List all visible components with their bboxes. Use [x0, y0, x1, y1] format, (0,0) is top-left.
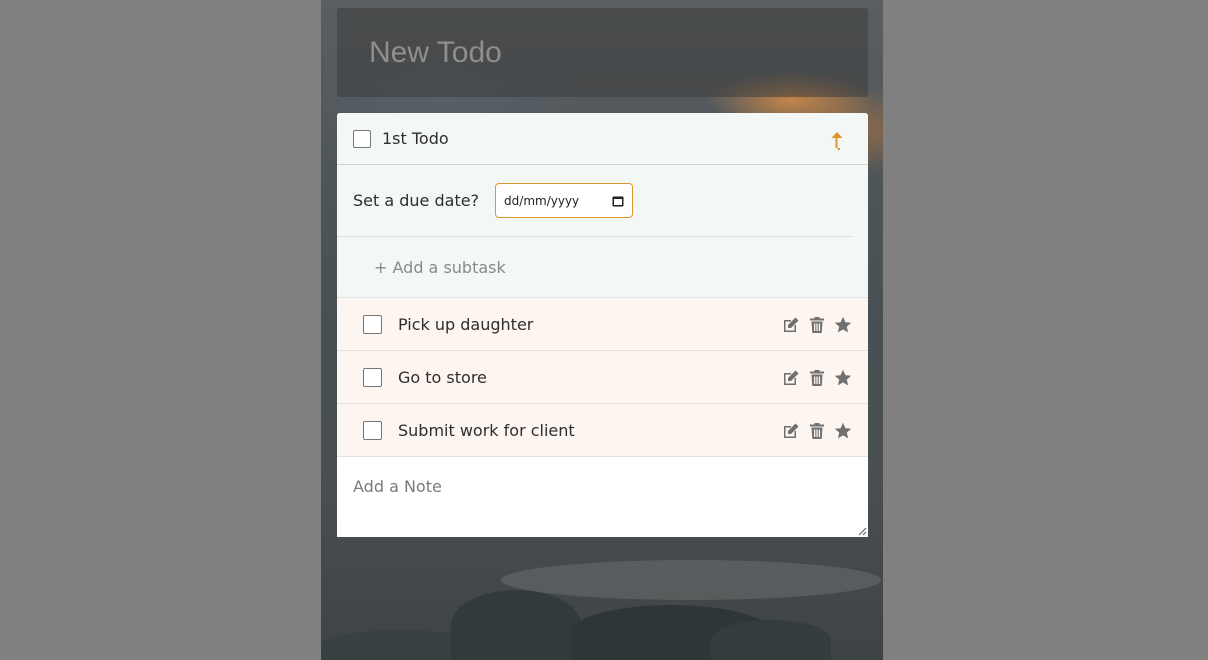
- background-mountain: [711, 620, 831, 660]
- subtask-checkbox[interactable]: [363, 420, 382, 440]
- subtask-label: Go to store: [398, 367, 487, 387]
- subtask-actions: [782, 316, 852, 334]
- arrow-up-icon[interactable]: [828, 130, 846, 152]
- subtask-item: Go to store: [337, 351, 868, 404]
- subtask-checkbox[interactable]: [363, 314, 382, 334]
- subtask-label: Pick up daughter: [398, 314, 534, 334]
- page: New Todo 1st Todo Set a due date? dd/mm/…: [0, 0, 1208, 660]
- subtask-item: Submit work for client: [337, 404, 868, 457]
- note-textarea[interactable]: Add a Note: [337, 457, 868, 537]
- todo-checkbox[interactable]: [353, 129, 371, 148]
- edit-icon[interactable]: [782, 422, 800, 440]
- star-icon[interactable]: [834, 369, 852, 387]
- todo-header: 1st Todo: [337, 113, 868, 165]
- add-subtask-row[interactable]: + Add a subtask: [337, 237, 868, 298]
- subtask-checkbox[interactable]: [363, 367, 382, 387]
- trash-icon[interactable]: [808, 422, 826, 440]
- due-date-input[interactable]: dd/mm/yyyy: [495, 183, 634, 218]
- trash-icon[interactable]: [808, 369, 826, 387]
- new-todo-placeholder: New Todo: [369, 35, 502, 69]
- subtask-actions: [782, 422, 852, 440]
- subtask-item: Pick up daughter: [337, 298, 868, 351]
- trash-icon[interactable]: [808, 316, 826, 334]
- background-haze: [501, 560, 881, 600]
- due-date-row: Set a due date? dd/mm/yyyy: [337, 165, 853, 237]
- new-todo-field[interactable]: New Todo: [337, 8, 868, 97]
- todo-card: 1st Todo Set a due date? dd/mm/yyyy + Ad…: [337, 113, 868, 537]
- edit-icon[interactable]: [782, 316, 800, 334]
- subtask-label: Submit work for client: [398, 420, 575, 440]
- star-icon[interactable]: [834, 316, 852, 334]
- due-date-section: Set a due date? dd/mm/yyyy: [337, 165, 868, 237]
- calendar-icon[interactable]: [612, 195, 624, 207]
- note-placeholder: Add a Note: [353, 477, 442, 496]
- background-mountain: [451, 590, 581, 660]
- date-placeholder: dd/mm/yyyy: [504, 193, 580, 208]
- todo-title: 1st Todo: [382, 129, 449, 148]
- resize-handle-icon[interactable]: [858, 527, 867, 536]
- add-subtask-button[interactable]: + Add a subtask: [374, 258, 506, 277]
- subtask-actions: [782, 369, 852, 387]
- edit-icon[interactable]: [782, 369, 800, 387]
- star-icon[interactable]: [834, 422, 852, 440]
- due-date-label: Set a due date?: [353, 191, 480, 210]
